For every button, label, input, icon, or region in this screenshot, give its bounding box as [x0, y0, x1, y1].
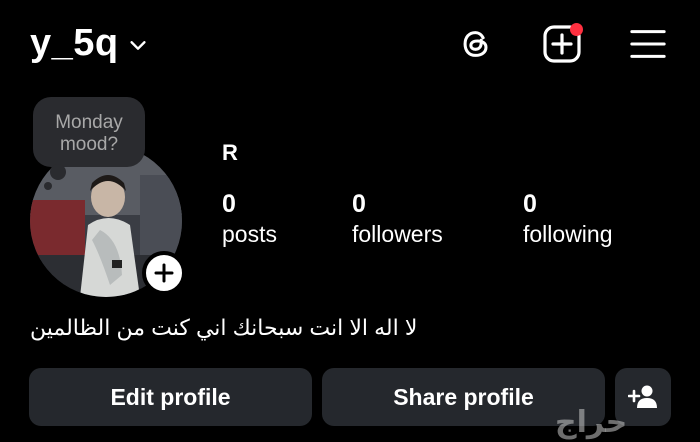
add-person-icon: [628, 385, 657, 408]
followers-count: 0: [352, 190, 366, 218]
posts-stat[interactable]: 0 posts: [222, 190, 277, 248]
note-tail: [50, 164, 66, 180]
watermark: حراج: [555, 405, 628, 440]
bio-text: لا اله الا انت سبحانك اني كنت من الظالمي…: [30, 315, 418, 340]
posts-label: posts: [222, 221, 277, 247]
note-bubble[interactable]: Monday mood?: [33, 97, 145, 167]
following-label: following: [523, 221, 613, 247]
following-count: 0: [523, 190, 537, 218]
plus-icon: [154, 263, 174, 283]
username: y_5q: [30, 22, 119, 64]
threads-icon: [463, 31, 488, 57]
notification-dot: [570, 23, 583, 36]
edit-profile-button[interactable]: Edit profile: [29, 368, 312, 426]
menu-button[interactable]: [628, 24, 668, 64]
add-story-button[interactable]: [142, 251, 186, 295]
posts-count: 0: [222, 190, 236, 218]
create-post-button[interactable]: [542, 23, 583, 64]
chevron-down-icon: [130, 41, 146, 50]
share-profile-label: Share profile: [393, 383, 534, 410]
following-stat[interactable]: 0 following: [523, 190, 613, 248]
followers-label: followers: [352, 221, 443, 247]
followers-stat[interactable]: 0 followers: [352, 190, 443, 248]
threads-button[interactable]: [456, 24, 496, 64]
display-name: R: [222, 140, 238, 165]
note-text: Monday mood?: [55, 112, 123, 155]
edit-profile-label: Edit profile: [110, 383, 231, 410]
note-tail-small: [44, 182, 52, 190]
menu-icon: [630, 30, 666, 58]
username-switcher[interactable]: y_5q: [30, 24, 149, 62]
